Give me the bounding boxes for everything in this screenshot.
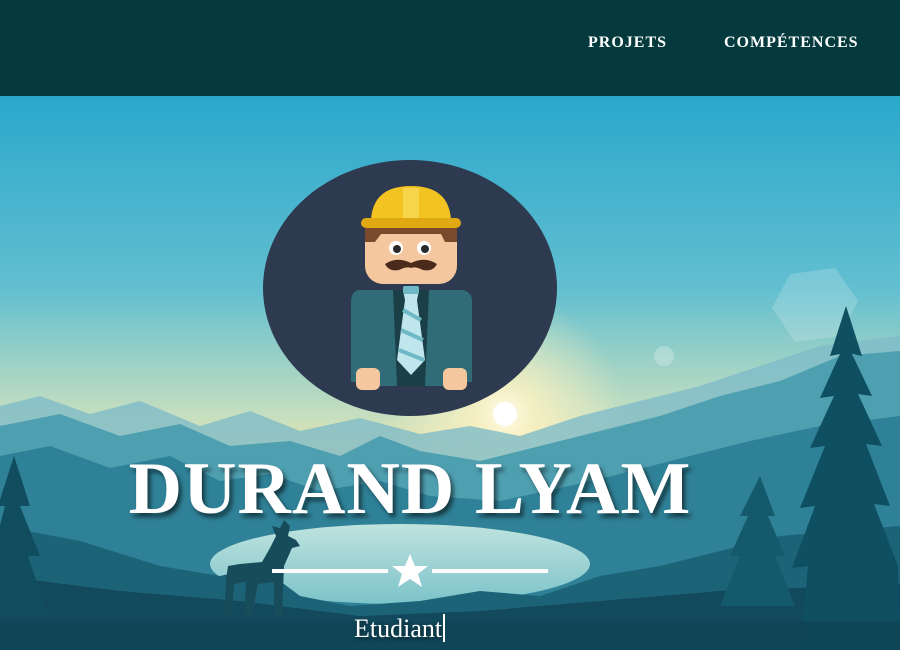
star-divider bbox=[272, 554, 548, 587]
engineer-avatar-icon bbox=[263, 160, 557, 416]
hero-subtitle: Etudiant bbox=[354, 614, 443, 643]
nav-link-projets[interactable]: PROJETS bbox=[588, 34, 667, 52]
hero-subtitle-container: Etudiant bbox=[354, 614, 446, 643]
hero-name: DURAND LYAM bbox=[128, 448, 692, 530]
typing-caret bbox=[443, 614, 446, 642]
navbar: PROJETS COMPÉTENCES bbox=[0, 0, 900, 96]
hero-section: DURAND LYAM Etudiant bbox=[0, 96, 900, 650]
nav-link-competences[interactable]: COMPÉTENCES bbox=[724, 34, 859, 52]
star-icon bbox=[392, 554, 428, 587]
